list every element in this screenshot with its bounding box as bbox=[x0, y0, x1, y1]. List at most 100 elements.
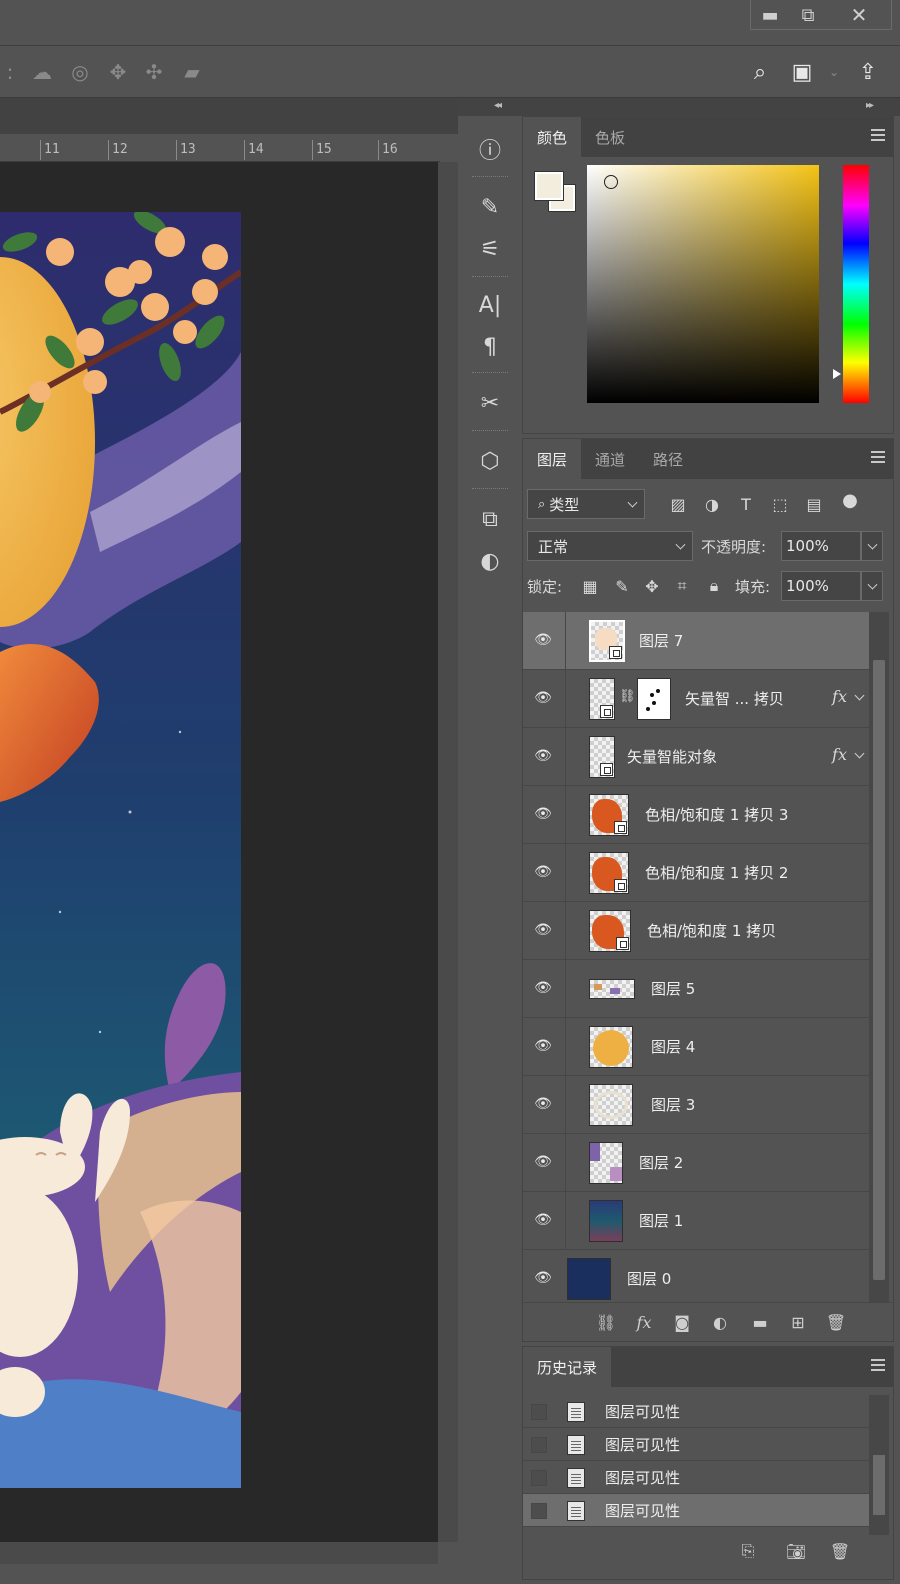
canvas-horizontal-scrollbar[interactable] bbox=[0, 1542, 438, 1564]
history-snapshot-checkbox[interactable] bbox=[531, 1470, 547, 1486]
opacity-dropdown[interactable] bbox=[861, 531, 883, 561]
layer-row[interactable]: 👁︎ 图层 5 bbox=[523, 960, 869, 1018]
layer-row[interactable]: 👁︎ 图层 0 bbox=[523, 1250, 869, 1302]
visibility-eye-icon[interactable]: 👁︎ bbox=[533, 1212, 553, 1228]
add-mask-icon[interactable]: ◙ bbox=[671, 1312, 693, 1332]
filter-shape-icon[interactable]: ⬚ bbox=[769, 493, 791, 515]
paragraph-panel-icon[interactable]: ¶ bbox=[470, 328, 510, 366]
chevron-down-icon[interactable] bbox=[854, 748, 865, 759]
scrollbar-thumb[interactable] bbox=[873, 660, 885, 1280]
visibility-eye-icon[interactable]: 👁︎ bbox=[533, 922, 553, 938]
workspace-dropdown-icon[interactable]: ⌄ bbox=[820, 58, 848, 86]
3d-panel-icon[interactable]: ⬡ bbox=[470, 442, 510, 480]
new-layer-icon[interactable]: ⊞ bbox=[787, 1312, 809, 1332]
3d-roll-icon[interactable]: ◎ bbox=[66, 58, 94, 86]
tab-color[interactable]: 颜色 bbox=[523, 117, 582, 157]
canvas-vertical-scrollbar[interactable] bbox=[438, 162, 458, 1542]
color-picker-field[interactable] bbox=[587, 165, 819, 403]
chevron-down-icon[interactable] bbox=[854, 690, 865, 701]
opacity-input[interactable]: 100% bbox=[781, 531, 861, 561]
hue-slider-handle[interactable] bbox=[833, 369, 841, 379]
visibility-eye-icon[interactable]: 👁︎ bbox=[533, 748, 553, 764]
tab-paths[interactable]: 路径 bbox=[639, 439, 697, 479]
3d-pan-icon[interactable]: ✥ bbox=[104, 58, 132, 86]
filter-smart-object-icon[interactable]: ▤ bbox=[803, 493, 825, 515]
tab-history[interactable]: 历史记录 bbox=[523, 1347, 612, 1387]
collapse-toolstrip-icon[interactable]: ◂◂ bbox=[494, 100, 502, 111]
panel-menu-icon[interactable] bbox=[871, 451, 885, 463]
3d-camera-icon[interactable]: ▰ bbox=[178, 58, 206, 86]
share-icon[interactable]: ⇪ bbox=[854, 58, 882, 86]
add-layer-style-icon[interactable]: fx bbox=[633, 1312, 655, 1332]
restore-button[interactable]: ⧉ bbox=[789, 0, 827, 30]
history-snapshot-checkbox[interactable] bbox=[531, 1404, 547, 1420]
new-group-icon[interactable]: ▬ bbox=[749, 1312, 771, 1332]
layer-row[interactable]: 👁︎ 图层 2 bbox=[523, 1134, 869, 1192]
filter-adjustment-icon[interactable]: ◑ bbox=[701, 493, 723, 515]
visibility-eye-icon[interactable]: 👁︎ bbox=[533, 864, 553, 880]
layer-row[interactable]: 👁︎ 色相/饱和度 1 拷贝 2 bbox=[523, 844, 869, 902]
layer-row[interactable]: 👁︎ ⛓︎ 矢量智 ... 拷贝 fx bbox=[523, 670, 869, 728]
character-panel-icon[interactable]: A| bbox=[470, 286, 510, 324]
lock-image-icon[interactable]: ✎ bbox=[611, 575, 633, 597]
tab-channels[interactable]: 通道 bbox=[581, 439, 639, 479]
fill-dropdown[interactable] bbox=[861, 571, 883, 601]
lock-artboard-icon[interactable]: ⌗ bbox=[671, 575, 693, 597]
layer-effects-badge[interactable]: fx bbox=[832, 687, 847, 706]
lock-position-icon[interactable]: ✥ bbox=[641, 575, 663, 597]
layer-row[interactable]: 👁︎ 色相/饱和度 1 拷贝 3 bbox=[523, 786, 869, 844]
visibility-eye-icon[interactable]: 👁︎ bbox=[533, 1270, 553, 1286]
visibility-eye-icon[interactable]: 👁︎ bbox=[533, 690, 553, 706]
properties-icon[interactable]: ⧉ bbox=[470, 500, 510, 538]
visibility-eye-icon[interactable]: 👁︎ bbox=[533, 1154, 553, 1170]
layer-row[interactable]: 👁︎ 色相/饱和度 1 拷贝 bbox=[523, 902, 869, 960]
info-panel-icon[interactable]: ⓘ bbox=[470, 130, 510, 168]
layer-list-scrollbar[interactable] bbox=[869, 612, 889, 1302]
adjustments-icon[interactable]: ⚟ bbox=[470, 230, 510, 268]
close-button[interactable]: ✕ bbox=[827, 0, 891, 30]
histogram-icon[interactable]: ◐ bbox=[470, 542, 510, 580]
artboard-illustration[interactable] bbox=[0, 212, 241, 1488]
delete-layer-icon[interactable]: 🗑︎ bbox=[825, 1312, 847, 1332]
visibility-eye-icon[interactable]: 👁︎ bbox=[533, 632, 553, 648]
create-snapshot-icon[interactable]: 📷︎ bbox=[785, 1541, 807, 1561]
history-item[interactable]: 图层可见性 bbox=[523, 1395, 869, 1428]
collapse-dock-icon[interactable]: ▸▸ bbox=[866, 100, 874, 111]
panel-menu-icon[interactable] bbox=[871, 129, 885, 141]
visibility-eye-icon[interactable]: 👁︎ bbox=[533, 980, 553, 996]
new-document-from-state-icon[interactable]: ⎘ bbox=[737, 1541, 759, 1561]
minimize-button[interactable]: ▬ bbox=[751, 0, 789, 30]
delete-state-icon[interactable]: 🗑︎ bbox=[829, 1541, 851, 1561]
lock-transparent-icon[interactable]: ▦ bbox=[579, 575, 601, 597]
visibility-eye-icon[interactable]: 👁︎ bbox=[533, 1096, 553, 1112]
history-item[interactable]: 图层可见性 bbox=[523, 1461, 869, 1494]
tab-swatches[interactable]: 色板 bbox=[581, 117, 639, 157]
lock-all-icon[interactable]: 🔒︎ bbox=[703, 575, 725, 597]
layer-row[interactable]: 👁︎ 图层 7 bbox=[523, 612, 869, 670]
layer-effects-badge[interactable]: fx bbox=[832, 745, 847, 764]
filter-pixel-icon[interactable]: ▨ bbox=[667, 493, 689, 515]
visibility-eye-icon[interactable]: 👁︎ bbox=[533, 806, 553, 822]
new-adjustment-layer-icon[interactable]: ◐ bbox=[709, 1312, 731, 1332]
layer-row[interactable]: 👁︎ 图层 1 bbox=[523, 1192, 869, 1250]
scrollbar-thumb[interactable] bbox=[873, 1455, 885, 1515]
hue-slider[interactable] bbox=[843, 165, 869, 403]
history-scrollbar[interactable] bbox=[869, 1395, 889, 1535]
tool-presets-icon[interactable]: ✂ bbox=[470, 384, 510, 422]
color-picker-cursor[interactable] bbox=[604, 175, 618, 189]
history-item[interactable]: 图层可见性 bbox=[523, 1428, 869, 1461]
filter-toggle-icon[interactable]: ● bbox=[839, 489, 861, 511]
pasteboard[interactable] bbox=[0, 162, 438, 1542]
layer-filter-select[interactable]: ⌕ 类型 bbox=[527, 489, 645, 519]
layer-row[interactable]: 👁︎ 图层 4 bbox=[523, 1018, 869, 1076]
search-icon[interactable]: ⌕ bbox=[746, 58, 774, 86]
blend-mode-select[interactable]: 正常 bbox=[527, 531, 693, 561]
layer-row[interactable]: 👁︎ 图层 3 bbox=[523, 1076, 869, 1134]
history-snapshot-checkbox[interactable] bbox=[531, 1503, 547, 1519]
visibility-eye-icon[interactable]: 👁︎ bbox=[533, 1038, 553, 1054]
mask-link-icon[interactable]: ⛓︎ bbox=[619, 689, 636, 709]
panel-dock-header[interactable]: ◂◂ ▸▸ bbox=[458, 98, 900, 116]
panel-menu-icon[interactable] bbox=[871, 1359, 885, 1371]
3d-orbit-icon[interactable]: ☁ bbox=[28, 58, 56, 86]
workspace-icon[interactable]: ▣ bbox=[788, 58, 816, 86]
